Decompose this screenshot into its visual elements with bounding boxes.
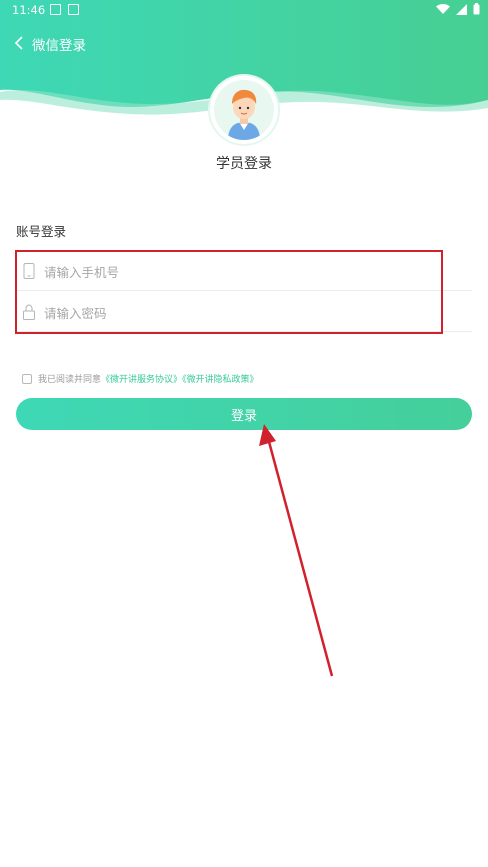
back-arrow-icon[interactable] <box>12 35 28 51</box>
student-avatar-icon <box>228 89 260 140</box>
nav-bar: 微信登录 <box>0 26 488 60</box>
status-time: 11:46 <box>12 3 46 17</box>
image-icon <box>50 4 61 15</box>
lock-icon <box>23 304 35 320</box>
password-input[interactable] <box>42 300 446 326</box>
battery-icon <box>473 3 480 15</box>
page-title: 微信登录 <box>32 38 86 54</box>
privacy-policy-link[interactable]: 《微开讲隐私政策》 <box>182 375 259 385</box>
service-agreement-link[interactable]: 《微开讲服务协议》 <box>101 375 182 385</box>
phone-input[interactable] <box>42 259 446 285</box>
status-bar: 11:46 <box>0 0 488 20</box>
password-field[interactable] <box>16 292 472 332</box>
login-button[interactable]: 登录 <box>16 398 472 430</box>
signal-icon <box>456 3 467 15</box>
section-label: 账号登录 <box>16 224 67 239</box>
a-icon <box>68 4 79 15</box>
avatar <box>210 76 278 144</box>
wifi-icon <box>436 3 450 14</box>
phone-field[interactable] <box>16 251 472 291</box>
agreement-row: 我已阅读并同意《微开讲服务协议》《微开讲隐私政策》 <box>22 372 259 385</box>
role-title: 学员登录 <box>216 156 272 172</box>
agreement-text: 我已阅读并同意 <box>38 375 102 385</box>
checkbox-icon[interactable] <box>22 373 32 384</box>
phone-icon <box>23 263 35 279</box>
